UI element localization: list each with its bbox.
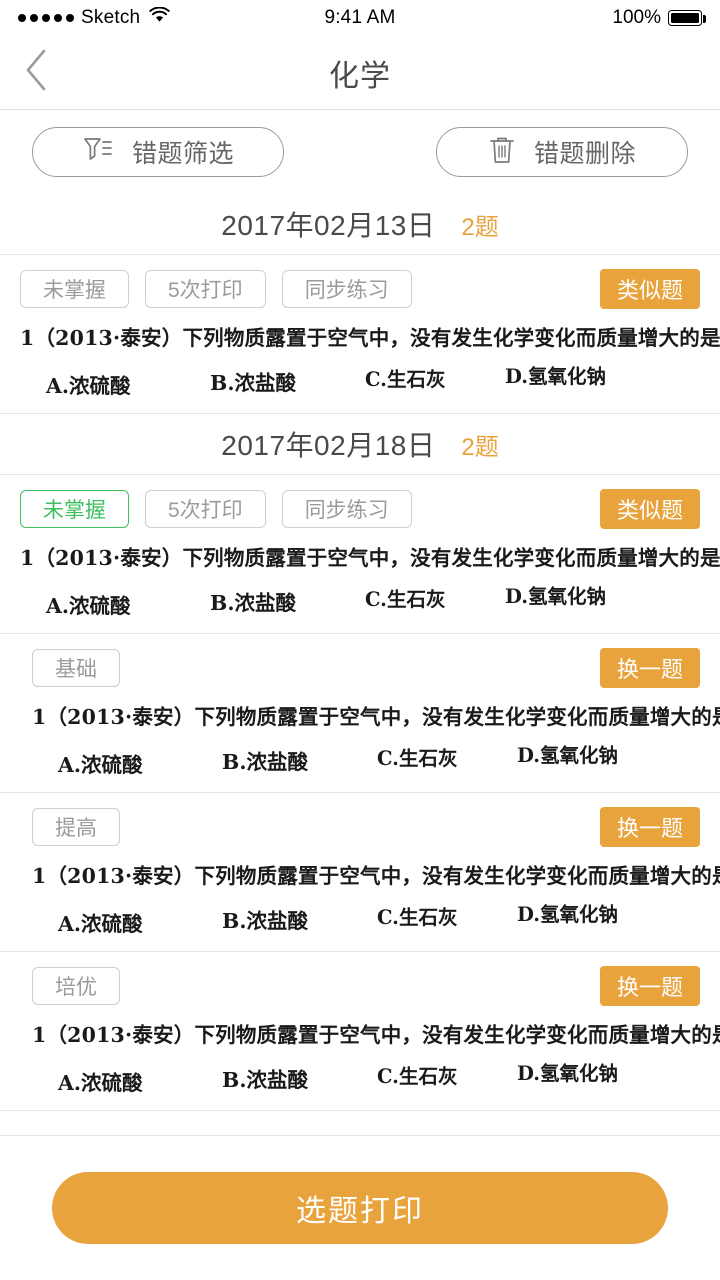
question-option: A.浓硫酸 — [46, 594, 131, 618]
sub-question-card[interactable]: 培优 换一题 1（2013·泰安）下列物质露置于空气中，没有发生化学变化而质量增大的… — [0, 952, 720, 1111]
question-tag-row: 未掌握 5次打印 同步练习 类似题 — [20, 489, 700, 529]
question-option: A.浓硫酸 — [58, 753, 143, 777]
question-option: D.氢氧化钠 — [505, 585, 607, 608]
select-and-print-button[interactable]: 选题打印 — [52, 1172, 668, 1244]
battery-full-icon — [668, 10, 706, 26]
question-options: A.浓硫酸 B.浓盐酸 C.生石灰 D.氢氧化钠 — [32, 730, 700, 777]
date-label: 2017年02月18日 — [221, 430, 436, 461]
status-bar-clock: 9:41 AM — [324, 7, 396, 28]
question-option: A.浓硫酸 — [46, 374, 131, 398]
question-count-badge: 2题 — [461, 213, 499, 241]
question-stem: 1（2013·泰安）下列物质露置于空气中，没有发生化学变化而质量增大的是（ ） — [32, 864, 720, 888]
question-body: 1（2013·泰安）下列物质露置于空气中，没有发生化学变化而质量增大的是（ ） A… — [32, 1006, 720, 1095]
question-options: A.浓硫酸 B.浓盐酸 C.生石灰 D.氢氧化钠 — [32, 1048, 700, 1095]
question-option: C.生石灰 — [365, 588, 446, 611]
question-option: D.氢氧化钠 — [517, 744, 619, 767]
navigation-bar: 化学 — [0, 36, 720, 110]
question-list[interactable]: 2017年02月13日 2题 未掌握 5次打印 同步练习 类似题 1（2013·泰安）下列物… — [0, 194, 720, 1135]
question-tag[interactable]: 培优 — [32, 967, 120, 1005]
question-count-badge: 2题 — [461, 433, 499, 461]
question-tag-row: 培优 换一题 — [32, 966, 700, 1006]
similar-questions-button[interactable]: 类似题 — [599, 489, 700, 529]
question-option: B.浓盐酸 — [210, 371, 296, 395]
question-stem: 1（2013·泰安）下列物质露置于空气中，没有发生化学变化而质量增大的是（ ） — [32, 705, 720, 729]
question-tag[interactable]: 基础 — [32, 649, 120, 687]
trash-icon — [488, 134, 516, 171]
back-button[interactable] — [0, 36, 72, 110]
page-title: 化学 — [329, 59, 391, 93]
question-option: C.生石灰 — [365, 368, 446, 391]
question-body: 1（2013·泰安）下列物质露置于空气中，没有发生化学变化而质量增大的是（ ） A… — [20, 309, 720, 398]
question-tag[interactable]: 5次打印 — [145, 270, 266, 308]
date-label: 2017年02月13日 — [221, 210, 436, 241]
question-tag[interactable]: 未掌握 — [20, 270, 129, 308]
question-option: A.浓硫酸 — [58, 1071, 143, 1095]
delete-button-label: 错题删除 — [533, 140, 636, 168]
app-root: Sketch 9:41 AM 100% 化学 错题筛选 错题删除 2017年02… — [0, 0, 720, 1280]
sub-question-card[interactable]: 提高 换一题 1（2013·泰安）下列物质露置于空气中，没有发生化学变化而质量增大的… — [0, 793, 720, 952]
question-option: D.氢氧化钠 — [517, 1062, 619, 1085]
question-option: C.生石灰 — [377, 906, 458, 929]
question-options: A.浓硫酸 B.浓盐酸 C.生石灰 D.氢氧化钠 — [20, 571, 700, 618]
question-option: B.浓盐酸 — [222, 750, 308, 774]
question-tag-row: 基础 换一题 — [32, 648, 700, 688]
toolbar: 错题筛选 错题删除 — [0, 110, 720, 194]
question-stem: 1（2013·泰安）下列物质露置于空气中，没有发生化学变化而质量增大的是（ ） — [32, 1023, 720, 1047]
sub-question-card[interactable]: 基础 换一题 1（2013·泰安）下列物质露置于空气中，没有发生化学变化而质量增大的… — [0, 634, 720, 793]
question-body: 1（2013·泰安）下列物质露置于空气中，没有发生化学变化而质量增大的是（ ） A… — [32, 847, 720, 936]
question-option: B.浓盐酸 — [222, 1068, 308, 1092]
filter-funnel-icon — [82, 135, 114, 170]
delete-wrong-questions-button[interactable]: 错题删除 — [436, 127, 688, 177]
filter-button-label: 错题筛选 — [131, 140, 234, 168]
question-tag[interactable]: 同步练习 — [281, 490, 412, 528]
change-question-button[interactable]: 换一题 — [599, 807, 700, 847]
date-section-header: 2017年02月18日 2题 — [0, 414, 720, 474]
question-tag[interactable]: 同步练习 — [281, 270, 412, 308]
question-tag[interactable]: 未掌握 — [20, 490, 129, 528]
question-option: B.浓盐酸 — [210, 591, 296, 615]
question-card[interactable]: 未掌握 5次打印 同步练习 类似题 1（2013·泰安）下列物质露置于空气中，没有发生化… — [0, 474, 720, 634]
change-question-button[interactable]: 换一题 — [599, 966, 700, 1006]
question-body: 1（2013·泰安）下列物质露置于空气中，没有发生化学变化而质量增大的是（ ） A… — [20, 529, 720, 618]
status-bar: Sketch 9:41 AM 100% — [0, 0, 720, 36]
filter-wrong-questions-button[interactable]: 错题筛选 — [32, 127, 284, 177]
question-option: D.氢氧化钠 — [517, 903, 619, 926]
question-option: C.生石灰 — [377, 1065, 458, 1088]
question-options: A.浓硫酸 B.浓盐酸 C.生石灰 D.氢氧化钠 — [32, 889, 700, 936]
question-tag-row: 未掌握 5次打印 同步练习 类似题 — [20, 269, 700, 309]
question-stem: 1（2013·泰安）下列物质露置于空气中，没有发生化学变化而质量增大的是（ ） — [20, 326, 720, 350]
similar-questions-button[interactable]: 类似题 — [599, 269, 700, 309]
question-card[interactable]: 未掌握 5次打印 同步练习 类似题 1（2013·泰安）下列物质露置于空气中，没有发生化… — [0, 254, 720, 414]
question-tag[interactable]: 5次打印 — [145, 490, 266, 528]
question-body: 1（2013·泰安）下列物质露置于空气中，没有发生化学变化而质量增大的是（ ） A… — [32, 688, 720, 777]
question-tag[interactable]: 提高 — [32, 808, 120, 846]
question-option: D.氢氧化钠 — [505, 365, 607, 388]
list-bottom-spacer — [0, 1111, 720, 1135]
question-option: B.浓盐酸 — [222, 909, 308, 933]
question-options: A.浓硫酸 B.浓盐酸 C.生石灰 D.氢氧化钠 — [20, 351, 700, 398]
change-question-button[interactable]: 换一题 — [599, 648, 700, 688]
question-option: C.生石灰 — [377, 747, 458, 770]
question-option: A.浓硫酸 — [58, 912, 143, 936]
chevron-left-icon — [23, 48, 49, 97]
question-tag-row: 提高 换一题 — [32, 807, 700, 847]
footer-bar: 选题打印 — [0, 1135, 720, 1280]
question-stem: 1（2013·泰安）下列物质露置于空气中，没有发生化学变化而质量增大的是（ ） — [20, 546, 720, 570]
date-section-header: 2017年02月13日 2题 — [0, 194, 720, 254]
